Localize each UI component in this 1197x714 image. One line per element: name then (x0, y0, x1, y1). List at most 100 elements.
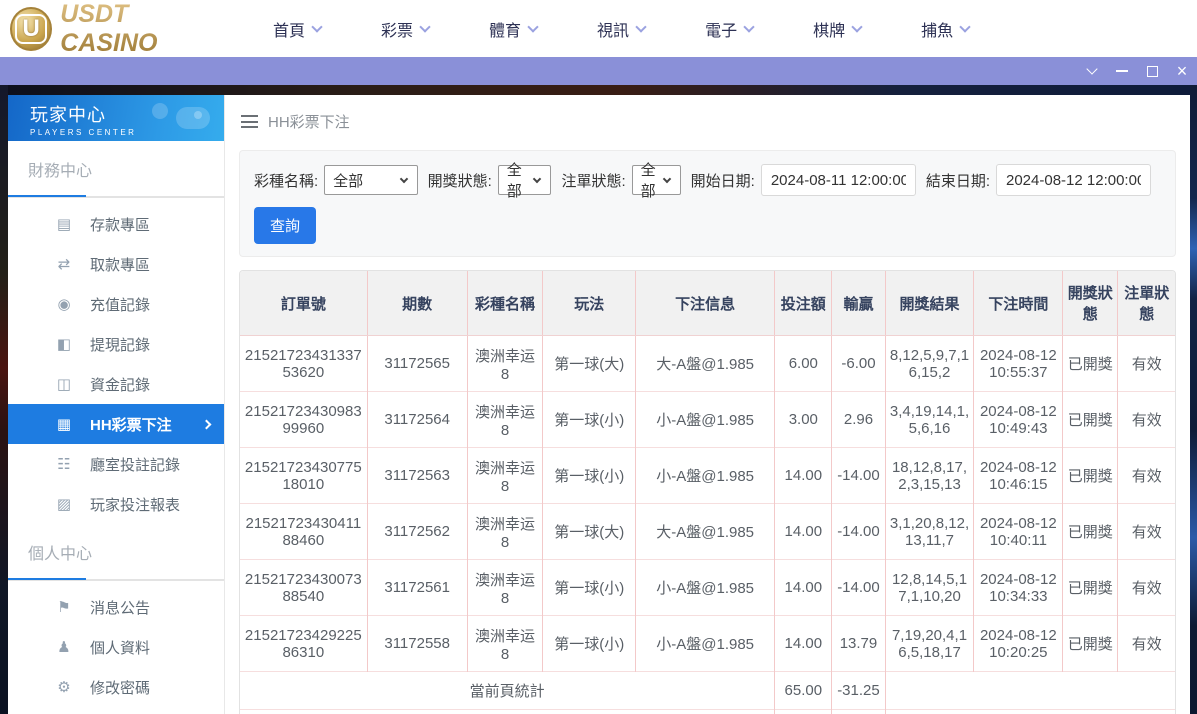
sidebar-item-funds-record[interactable]: ◫ 資金記錄 (8, 364, 224, 404)
purse-icon: ◫ (54, 375, 74, 393)
minimize-button[interactable] (1107, 57, 1137, 85)
section-label: 個人中心 (8, 524, 224, 564)
nav-item-6[interactable]: 捕魚 (921, 17, 969, 41)
person-icon: ♟ (54, 638, 74, 656)
table-cell: -14.00 (832, 448, 885, 504)
start-date-input[interactable] (761, 164, 916, 196)
sidebar-item-label: 存款專區 (90, 214, 150, 235)
column-header: 投注額 (775, 271, 832, 336)
sidebar-item-hh-lottery-bets[interactable]: ▦ HH彩票下注 (8, 404, 224, 444)
sidebar-item-recharge-record[interactable]: ◉充值記錄 (8, 284, 224, 324)
bets-table: 訂單號期數彩種名稱玩法下注信息投注額輸贏開獎結果下注時間開獎狀態注單狀態 215… (240, 271, 1175, 714)
sidebar: 玩家中心 PLAYERS CENTER 財務中心▤存款專區⇄取款專區◉充值記錄◧… (8, 95, 225, 714)
summary-winloss-total: -31.25 (832, 710, 885, 714)
chevron-down-icon (662, 174, 670, 182)
column-header: 訂單號 (240, 271, 367, 336)
table-cell: 2024-08-12 10:40:11 (974, 504, 1063, 560)
nav-item-label: 電子 (705, 17, 737, 41)
chevron-down-icon (635, 21, 646, 32)
lottery-name-select[interactable]: 全部 (324, 165, 417, 195)
wallet-icon: ◧ (54, 335, 74, 353)
section-label: 財務中心 (8, 141, 224, 181)
maximize-button[interactable] (1137, 57, 1167, 85)
bets-table-wrap: 訂單號期數彩種名稱玩法下注信息投注額輸贏開獎結果下注時間開獎狀態注單狀態 215… (239, 270, 1176, 714)
column-header: 下注信息 (635, 271, 774, 336)
site-logo[interactable]: U USDT CASINO (10, 0, 225, 58)
column-header: 下注時間 (974, 271, 1063, 336)
close-button[interactable]: × (1167, 57, 1197, 85)
section-underline (8, 195, 224, 198)
nav-item-3[interactable]: 視訊 (597, 17, 645, 41)
table-cell: 13.79 (832, 616, 885, 672)
sidebar-item-label: 資金記錄 (90, 374, 150, 395)
nav-item-label: 彩票 (381, 17, 413, 41)
table-cell: 有效 (1118, 504, 1175, 560)
window-body: 玩家中心 PLAYERS CENTER 財務中心▤存款專區⇄取款專區◉充值記錄◧… (0, 85, 1197, 714)
sidebar-item-change-password[interactable]: ⚙修改密碼 (8, 667, 224, 707)
sidebar-item-label: 個人資料 (90, 637, 150, 658)
logo-coin-icon: U (10, 7, 52, 51)
column-header: 開獎狀態 (1063, 271, 1118, 336)
summary-row: 當前頁統計65.00-31.25 (240, 672, 1175, 710)
nav-item-label: 體育 (489, 17, 521, 41)
table-cell: 14.00 (775, 616, 832, 672)
nav-item-5[interactable]: 棋牌 (813, 17, 861, 41)
table-cell: 7,19,20,4,16,5,18,17 (885, 616, 974, 672)
table-cell: 有效 (1118, 560, 1175, 616)
order-status-select[interactable]: 全部 (632, 165, 681, 195)
sidebar-item-deposit-zone[interactable]: ▤存款專區 (8, 204, 224, 244)
sidebar-item-label: 提現記錄 (90, 334, 150, 355)
table-cell: 8,12,5,9,7,16,15,2 (885, 336, 974, 392)
minimize-icon (1116, 70, 1128, 72)
column-header: 彩種名稱 (467, 271, 543, 336)
sidebar-item-label: 消息公告 (90, 597, 150, 618)
chevron-right-icon (202, 419, 212, 429)
table-cell: 已開獎 (1063, 560, 1118, 616)
table-cell: 第一球(大) (543, 504, 636, 560)
table-row: 215217234313375362031172565澳洲幸运8第一球(大)大-… (240, 336, 1175, 392)
nav-item-4[interactable]: 電子 (705, 17, 753, 41)
sidebar-item-hall-bet-record[interactable]: ☷廳室投註記錄 (8, 444, 224, 484)
sidebar-item-announcements[interactable]: ⚑消息公告 (8, 587, 224, 627)
table-cell: 澳洲幸运8 (467, 336, 543, 392)
sidebar-menu: 財務中心 ▤存款專區⇄取款專區◉充值記錄 ◧ 提現記錄 ◫ 資金記錄 ▦ HH彩票下注 ☷廳室投… (8, 141, 224, 714)
hamburger-menu-icon[interactable] (241, 115, 258, 128)
money-bag-icon: ◉ (54, 295, 74, 313)
sidebar-item-withdrawal-record[interactable]: ◧ 提現記錄 (8, 324, 224, 364)
sidebar-item-withdraw-zone[interactable]: ⇄取款專區 (8, 244, 224, 284)
table-cell: 澳洲幸运8 (467, 392, 543, 448)
search-button[interactable]: 查詢 (254, 207, 316, 244)
table-cell: 2.96 (832, 392, 885, 448)
table-cell: 小-A盤@1.985 (635, 392, 774, 448)
draw-status-select[interactable]: 全部 (498, 165, 552, 195)
bet-list-icon: ▦ (54, 415, 74, 433)
logo-text: USDT CASINO (60, 0, 225, 58)
sidebar-item-label: HH彩票下注 (90, 414, 172, 435)
chevron-down-icon (311, 21, 322, 32)
main-nav: 首頁 彩票 體育 視訊 電子 棋牌 捕魚 (273, 17, 1029, 41)
table-cell: 31172562 (367, 504, 467, 560)
table-cell: 2152172343133753620 (240, 336, 367, 392)
table-cell: 大-A盤@1.985 (635, 336, 774, 392)
table-cell: 31172564 (367, 392, 467, 448)
sidebar-item-profile[interactable]: ♟ 個人資料 (8, 627, 224, 667)
collapse-button[interactable] (1077, 57, 1107, 85)
summary-bet-total: 65.00 (775, 672, 832, 710)
summary-label: 當前頁統計 (240, 672, 775, 710)
table-cell: 有效 (1118, 336, 1175, 392)
table-cell: 有效 (1118, 448, 1175, 504)
sidebar-item-player-bet-report[interactable]: ▨玩家投注報表 (8, 484, 224, 524)
table-cell: 14.00 (775, 448, 832, 504)
nav-item-label: 首頁 (273, 17, 305, 41)
nav-item-1[interactable]: 彩票 (381, 17, 429, 41)
table-cell: 2152172343041188460 (240, 504, 367, 560)
nav-item-2[interactable]: 體育 (489, 17, 537, 41)
table-cell: 第一球(小) (543, 560, 636, 616)
table-cell: 小-A盤@1.985 (635, 616, 774, 672)
nav-item-0[interactable]: 首頁 (273, 17, 321, 41)
end-date-input[interactable] (996, 164, 1151, 196)
column-header: 注單狀態 (1118, 271, 1175, 336)
main-content: HH彩票下注 彩種名稱: 全部 開獎狀態: 全部 注單狀態: 全部 (225, 95, 1190, 714)
end-date-label: 結束日期: (926, 170, 990, 191)
sidebar-item-label: 廳室投註記錄 (90, 454, 180, 475)
